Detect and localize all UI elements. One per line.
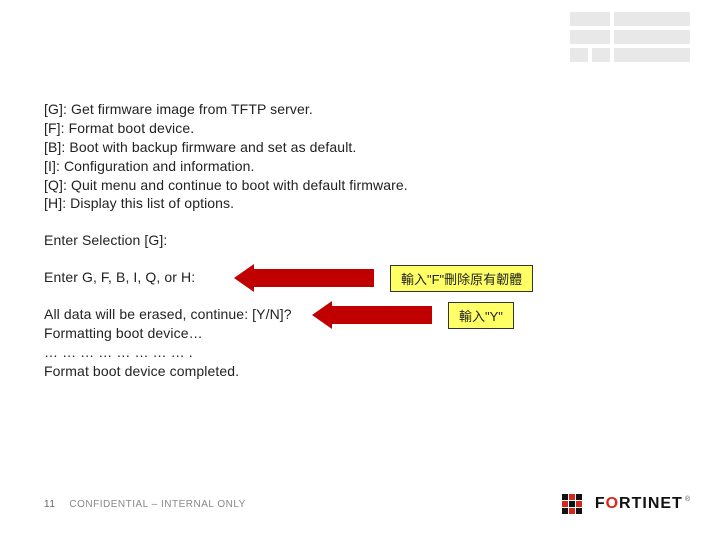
erase-confirm-row: All data will be erased, continue: [Y/N]… <box>44 305 676 324</box>
arrow-left-icon <box>234 264 254 292</box>
prompt-block: Enter Selection [G]: <box>44 231 676 250</box>
output-block: Formatting boot device… … … … … … … … … … <box>44 324 676 381</box>
menu-item-b: [B]: Boot with backup firmware and set a… <box>44 138 676 157</box>
enter-keys-row: Enter G, F, B, I, Q, or H: 輸入"F"刪除原有韌體 <box>44 268 676 287</box>
logo-word: FORTINET <box>595 495 683 513</box>
content-area: [G]: Get firmware image from TFTP server… <box>44 100 676 381</box>
footer-left: 11 CONFIDENTIAL – INTERNAL ONLY <box>44 499 246 510</box>
menu-item-f: [F]: Format boot device. <box>44 119 676 138</box>
menu-item-i: [I]: Configuration and information. <box>44 157 676 176</box>
arrow-body <box>332 306 432 324</box>
confidential-label: CONFIDENTIAL – INTERNAL ONLY <box>69 499 245 510</box>
decorative-corner <box>570 12 690 68</box>
enter-selection-prompt: Enter Selection [G]: <box>44 231 676 250</box>
arrow-body <box>254 269 374 287</box>
page-number: 11 <box>44 499 55 510</box>
menu-item-h: [H]: Display this list of options. <box>44 194 676 213</box>
slide: [G]: Get firmware image from TFTP server… <box>0 0 720 540</box>
callout-label: 輸入"Y" <box>448 302 514 329</box>
arrow-left-icon <box>312 301 332 329</box>
footer: 11 CONFIDENTIAL – INTERNAL ONLY FORTINET… <box>44 494 690 514</box>
logo-mark-icon <box>562 494 589 514</box>
menu-item-g: [G]: Get firmware image from TFTP server… <box>44 100 676 119</box>
callout-enter-f: 輸入"F"刪除原有韌體 <box>234 264 533 292</box>
trademark-icon: ® <box>685 496 690 503</box>
boot-menu: [G]: Get firmware image from TFTP server… <box>44 100 676 213</box>
completed-line: Format boot device completed. <box>44 362 676 381</box>
fortinet-logo: FORTINET ® <box>562 494 690 514</box>
progress-dots: … … … … … … … … . <box>44 343 676 362</box>
callout-label: 輸入"F"刪除原有韌體 <box>390 265 533 292</box>
callout-enter-y: 輸入"Y" <box>312 301 514 329</box>
menu-item-q: [Q]: Quit menu and continue to boot with… <box>44 176 676 195</box>
